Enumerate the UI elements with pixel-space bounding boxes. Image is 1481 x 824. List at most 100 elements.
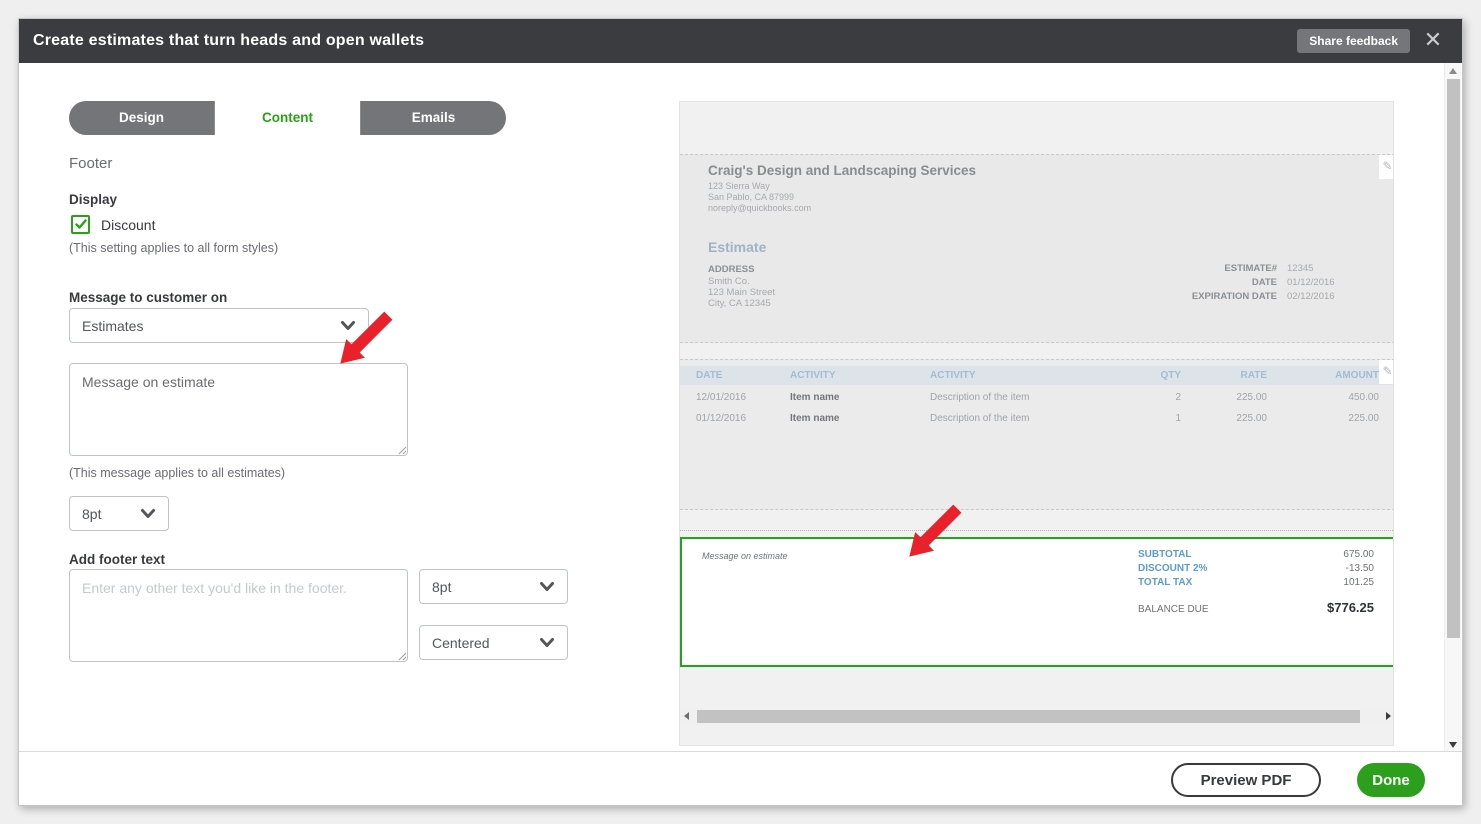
balance-due-label: BALANCE DUE	[1138, 604, 1209, 615]
preview-company-section[interactable]: Craig's Design and Landscaping Services …	[680, 154, 1393, 343]
message-note: (This message applies to all estimates)	[69, 466, 286, 480]
footer-section-title: Footer	[69, 155, 113, 172]
message-target-dropdown[interactable]: Estimates	[69, 308, 369, 343]
total-label: TOTAL TAX	[1138, 577, 1193, 588]
total-value: -13.50	[1345, 563, 1374, 574]
vertical-scroll-thumb[interactable]	[1447, 79, 1460, 638]
meta-label: ESTIMATE#	[1224, 263, 1277, 274]
message-font-size-dropdown[interactable]: 8pt	[69, 496, 169, 531]
cell-rate: 225.00	[1236, 392, 1267, 403]
horizontal-scroll-thumb[interactable]	[697, 710, 1360, 723]
total-row: DISCOUNT 2% -13.50	[1138, 563, 1374, 574]
estimate-preview-panel: Craig's Design and Landscaping Services …	[679, 101, 1394, 746]
cell-amount: 225.00	[1348, 413, 1379, 424]
tab-design[interactable]: Design	[69, 101, 215, 135]
dialog-header: Create estimates that turn heads and ope…	[19, 19, 1462, 63]
company-name: Craig's Design and Landscaping Services	[708, 163, 977, 178]
dialog-action-bar: Preview PDF Done	[19, 751, 1462, 805]
preview-horizontal-scrollbar[interactable]	[680, 709, 1393, 724]
estimate-meta: ESTIMATE# 12345 DATE 01/12/2016 EXPIRATI…	[1192, 263, 1349, 305]
preview-table-section[interactable]: DATE ACTIVITY ACTIVITY QTY RATE AMOUNT 1…	[680, 359, 1393, 510]
cell-description: Description of the item	[930, 413, 1030, 424]
add-footer-text-label: Add footer text	[69, 552, 165, 567]
scroll-left-icon[interactable]	[684, 712, 689, 720]
meta-row: ESTIMATE# 12345	[1192, 263, 1349, 274]
dialog-title: Create estimates that turn heads and ope…	[33, 32, 425, 49]
total-label: DISCOUNT 2%	[1138, 563, 1208, 574]
total-row: TOTAL TAX 101.25	[1138, 577, 1374, 588]
cell-date: 01/12/2016	[696, 413, 747, 424]
billing-address-label: ADDRESS	[708, 264, 755, 275]
column-header: ACTIVITY	[930, 370, 976, 381]
column-header: ACTIVITY	[790, 370, 836, 381]
message-on-estimate-textarea[interactable]: Message on estimate	[69, 363, 408, 456]
meta-value: 02/12/2016	[1287, 291, 1335, 302]
column-header: AMOUNT	[1335, 370, 1379, 381]
footer-message-preview: Message on estimate	[702, 551, 788, 561]
message-font-size-value: 8pt	[82, 505, 102, 522]
table-header-row: DATE ACTIVITY ACTIVITY QTY RATE AMOUNT	[680, 366, 1393, 385]
cell-date: 12/01/2016	[696, 392, 747, 403]
meta-row: EXPIRATION DATE 02/12/2016	[1192, 291, 1349, 302]
tab-content[interactable]: Content	[215, 101, 361, 135]
estimate-doc-title: Estimate	[708, 239, 767, 255]
close-icon[interactable]: ✕	[1420, 27, 1446, 53]
dialog-vertical-scrollbar[interactable]	[1444, 63, 1461, 753]
table-row: 12/01/2016 Item name Description of the …	[680, 387, 1393, 408]
cell-item: Item name	[790, 413, 840, 424]
meta-value: 01/12/2016	[1287, 277, 1335, 288]
totals-block: SUBTOTAL 675.00 DISCOUNT 2% -13.50 TOTAL…	[1138, 549, 1374, 615]
done-button[interactable]: Done	[1357, 763, 1425, 797]
message-target-value: Estimates	[82, 317, 144, 334]
billing-line: City, CA 12345	[708, 298, 771, 309]
footer-text-textarea[interactable]	[69, 569, 408, 662]
scroll-right-icon[interactable]	[1386, 712, 1391, 720]
column-header: RATE	[1240, 370, 1267, 381]
meta-label: DATE	[1251, 277, 1277, 288]
customize-estimate-dialog: Create estimates that turn heads and ope…	[18, 18, 1463, 806]
tab-emails[interactable]: Emails	[361, 101, 506, 135]
company-address-line1: 123 Sierra Way	[708, 181, 770, 191]
company-email: noreply@quickbooks.com	[708, 203, 812, 213]
cell-description: Description of the item	[930, 392, 1030, 403]
cell-item: Item name	[790, 392, 840, 403]
scroll-up-icon[interactable]	[1449, 68, 1457, 74]
chevron-down-icon	[540, 637, 554, 647]
column-header: DATE	[696, 370, 723, 381]
meta-value: 12345	[1287, 263, 1314, 274]
section-divider	[680, 530, 1393, 531]
meta-label: EXPIRATION DATE	[1191, 291, 1277, 302]
message-to-customer-label: Message to customer on	[69, 290, 228, 305]
footer-font-size-dropdown[interactable]: 8pt	[419, 569, 568, 604]
preview-pdf-button[interactable]: Preview PDF	[1171, 763, 1321, 797]
footer-font-size-value: 8pt	[432, 578, 452, 595]
discount-checkbox[interactable]	[71, 215, 90, 234]
footer-alignment-value: Centered	[432, 634, 490, 651]
balance-due-value: $776.25	[1327, 600, 1374, 615]
total-value: 675.00	[1343, 549, 1374, 560]
meta-row: DATE 01/12/2016	[1192, 277, 1349, 288]
balance-due-row: BALANCE DUE $776.25	[1138, 600, 1374, 615]
company-address-line2: San Pablo, CA 87999	[708, 192, 795, 202]
cell-amount: 450.00	[1348, 392, 1379, 403]
edit-pencil-icon[interactable]: ✎	[1379, 155, 1393, 179]
display-note: (This setting applies to all form styles…	[69, 241, 279, 255]
total-value: 101.25	[1343, 577, 1374, 588]
display-label: Display	[69, 192, 118, 207]
scroll-down-icon[interactable]	[1449, 742, 1457, 748]
footer-alignment-dropdown[interactable]: Centered	[419, 625, 568, 660]
table-row: 01/12/2016 Item name Description of the …	[680, 408, 1393, 429]
chevron-down-icon	[341, 320, 355, 330]
billing-line: 123 Main Street	[708, 287, 776, 298]
tab-bar: Design Content Emails	[69, 101, 506, 135]
share-feedback-button[interactable]: Share feedback	[1297, 29, 1410, 53]
total-label: SUBTOTAL	[1138, 549, 1192, 560]
preview-footer-section[interactable]: Message on estimate SUBTOTAL 675.00 DISC…	[680, 537, 1393, 667]
cell-rate: 225.00	[1236, 413, 1267, 424]
edit-pencil-icon[interactable]: ✎	[1379, 360, 1393, 384]
checkmark-icon	[74, 219, 87, 229]
chevron-down-icon	[141, 508, 155, 518]
cell-qty: 1	[1175, 413, 1181, 424]
discount-checkbox-label[interactable]: Discount	[101, 217, 155, 233]
billing-line: Smith Co.	[708, 276, 750, 287]
